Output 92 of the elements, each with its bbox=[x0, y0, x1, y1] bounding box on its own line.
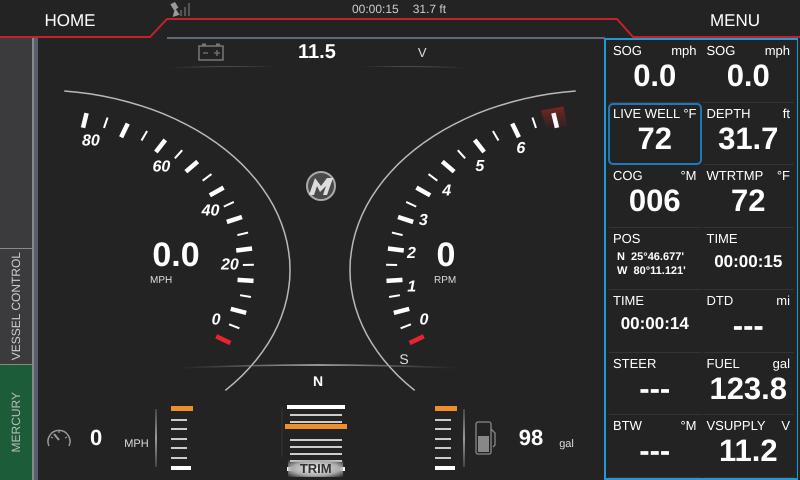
mode-label: S bbox=[399, 351, 409, 367]
menu-tab[interactable]: MENU bbox=[650, 0, 800, 34]
cell-value: --- bbox=[639, 433, 670, 470]
cell-label: DTD bbox=[706, 293, 734, 308]
speedometer-icon bbox=[46, 427, 72, 449]
cell-unit: V bbox=[781, 418, 790, 434]
side-tab[interactable]: VESSEL CONTROL bbox=[0, 248, 34, 364]
cell-label: STEER bbox=[613, 356, 656, 371]
side-tab[interactable]: MERCURY bbox=[0, 364, 34, 480]
cell-label: LIVE WELL bbox=[613, 106, 680, 121]
cell-value: 72 bbox=[638, 120, 672, 157]
scale-label: 0 bbox=[420, 311, 428, 328]
speed-value: 0 bbox=[90, 425, 102, 451]
scale-label: 4 bbox=[442, 182, 452, 200]
data-cell[interactable]: TIME 00:00:14 bbox=[608, 290, 702, 353]
status-time: 00:00:15 bbox=[352, 2, 399, 16]
cell-label: TIME bbox=[613, 293, 644, 308]
scale-label: 60 bbox=[152, 158, 170, 176]
data-cell[interactable]: VSUPPLY V 11.2 bbox=[702, 415, 795, 478]
cell-unit: gal bbox=[772, 356, 790, 371]
cell-label: TIME bbox=[706, 230, 738, 246]
position-line: W 80°11.121' bbox=[617, 264, 687, 278]
cell-label: DEPTH bbox=[706, 106, 751, 121]
data-cell[interactable]: DTD mi --- bbox=[702, 290, 795, 353]
cell-label: SOG bbox=[613, 43, 642, 58]
cell-label: FUEL bbox=[706, 356, 740, 371]
cell-label: COG bbox=[613, 168, 643, 184]
cell-unit: °M bbox=[680, 168, 696, 184]
cell-unit: °F bbox=[776, 168, 790, 184]
cell-unit: mph bbox=[671, 43, 696, 58]
data-cell[interactable]: WTRTMP °F 72 bbox=[702, 165, 795, 228]
scale-label: 1 bbox=[407, 278, 416, 296]
cell-value: 00:00:14 bbox=[620, 313, 689, 336]
data-cell[interactable]: DEPTH ft 31.7 bbox=[702, 102, 795, 166]
cell-label: VSUPPLY bbox=[706, 418, 766, 434]
gear-indicator: N bbox=[312, 373, 324, 389]
cell-value: --- bbox=[639, 370, 670, 407]
scale-label: 20 bbox=[220, 256, 239, 274]
satellite-icon bbox=[170, 2, 180, 17]
cell-unit: mph bbox=[764, 43, 790, 58]
fuel-unit: gal bbox=[559, 438, 574, 450]
scale-label: 3 bbox=[418, 212, 428, 230]
trim-tab-gauge bbox=[170, 406, 193, 470]
data-cell[interactable]: SOG mph 0.0 bbox=[702, 40, 795, 103]
home-tab[interactable]: HOME bbox=[0, 0, 140, 34]
rpm-unit: RPM bbox=[434, 275, 456, 286]
cell-value: 31.7 bbox=[718, 120, 778, 157]
cell-unit: °M bbox=[680, 418, 696, 434]
cell-label: POS bbox=[613, 230, 640, 246]
emblem-icon bbox=[306, 171, 336, 201]
rpm-reading: 0 bbox=[436, 236, 456, 274]
data-cell[interactable]: POS N 25°46.677' W 80°11.121' bbox=[608, 228, 702, 290]
cell-unit: °F bbox=[683, 106, 696, 121]
cell-label: BTW bbox=[613, 418, 642, 434]
speed-reading: 0.0 bbox=[152, 236, 200, 274]
scale-label: 80 bbox=[82, 132, 100, 150]
fuel-value: 98 bbox=[518, 425, 544, 451]
voltage-unit: V bbox=[418, 44, 426, 60]
speed-unit: MPH bbox=[150, 275, 172, 286]
battery-icon bbox=[198, 43, 224, 61]
cell-unit: mi bbox=[776, 293, 790, 308]
trim-label: TRIM bbox=[288, 460, 344, 477]
data-cell[interactable]: LIVE WELL °F 72 bbox=[608, 102, 702, 166]
scale-label: 0 bbox=[212, 311, 220, 328]
speed-unit: MPH bbox=[124, 438, 149, 450]
cell-value: --- bbox=[732, 308, 764, 344]
scale-label: 6 bbox=[516, 140, 526, 157]
cell-label: WTRTMP bbox=[706, 168, 764, 184]
data-cell[interactable]: BTW °M --- bbox=[608, 415, 702, 478]
scale-label: 5 bbox=[475, 158, 484, 175]
cell-value: 0.0 bbox=[633, 58, 676, 94]
scale-label: 2 bbox=[406, 244, 416, 262]
fuel-pump-icon bbox=[474, 421, 497, 455]
cell-value: 0.0 bbox=[726, 58, 770, 94]
cell-value: 00:00:15 bbox=[714, 250, 782, 273]
cell-value: 11.2 bbox=[718, 433, 778, 470]
position-line: N 25°46.677' bbox=[617, 250, 685, 264]
cell-value: 123.8 bbox=[709, 370, 788, 407]
data-cell[interactable]: COG °M 006 bbox=[608, 165, 702, 228]
signal-icon bbox=[180, 0, 192, 16]
voltage-value: 11.5 bbox=[298, 40, 336, 64]
trim-tab-gauge bbox=[434, 406, 457, 470]
cell-value: 006 bbox=[628, 183, 681, 220]
status-depth: 31.7 ft bbox=[412, 2, 446, 16]
scale-label: 40 bbox=[202, 202, 220, 220]
cell-unit: ft bbox=[782, 106, 790, 121]
cell-value: 72 bbox=[731, 183, 766, 220]
data-cell[interactable]: FUEL gal 123.8 bbox=[702, 352, 795, 416]
data-cell[interactable]: STEER --- bbox=[608, 352, 702, 416]
data-cell[interactable]: SOG mph 0.0 bbox=[608, 40, 702, 103]
data-cell[interactable]: TIME 00:00:15 bbox=[702, 228, 795, 290]
cell-label: SOG bbox=[706, 43, 736, 58]
